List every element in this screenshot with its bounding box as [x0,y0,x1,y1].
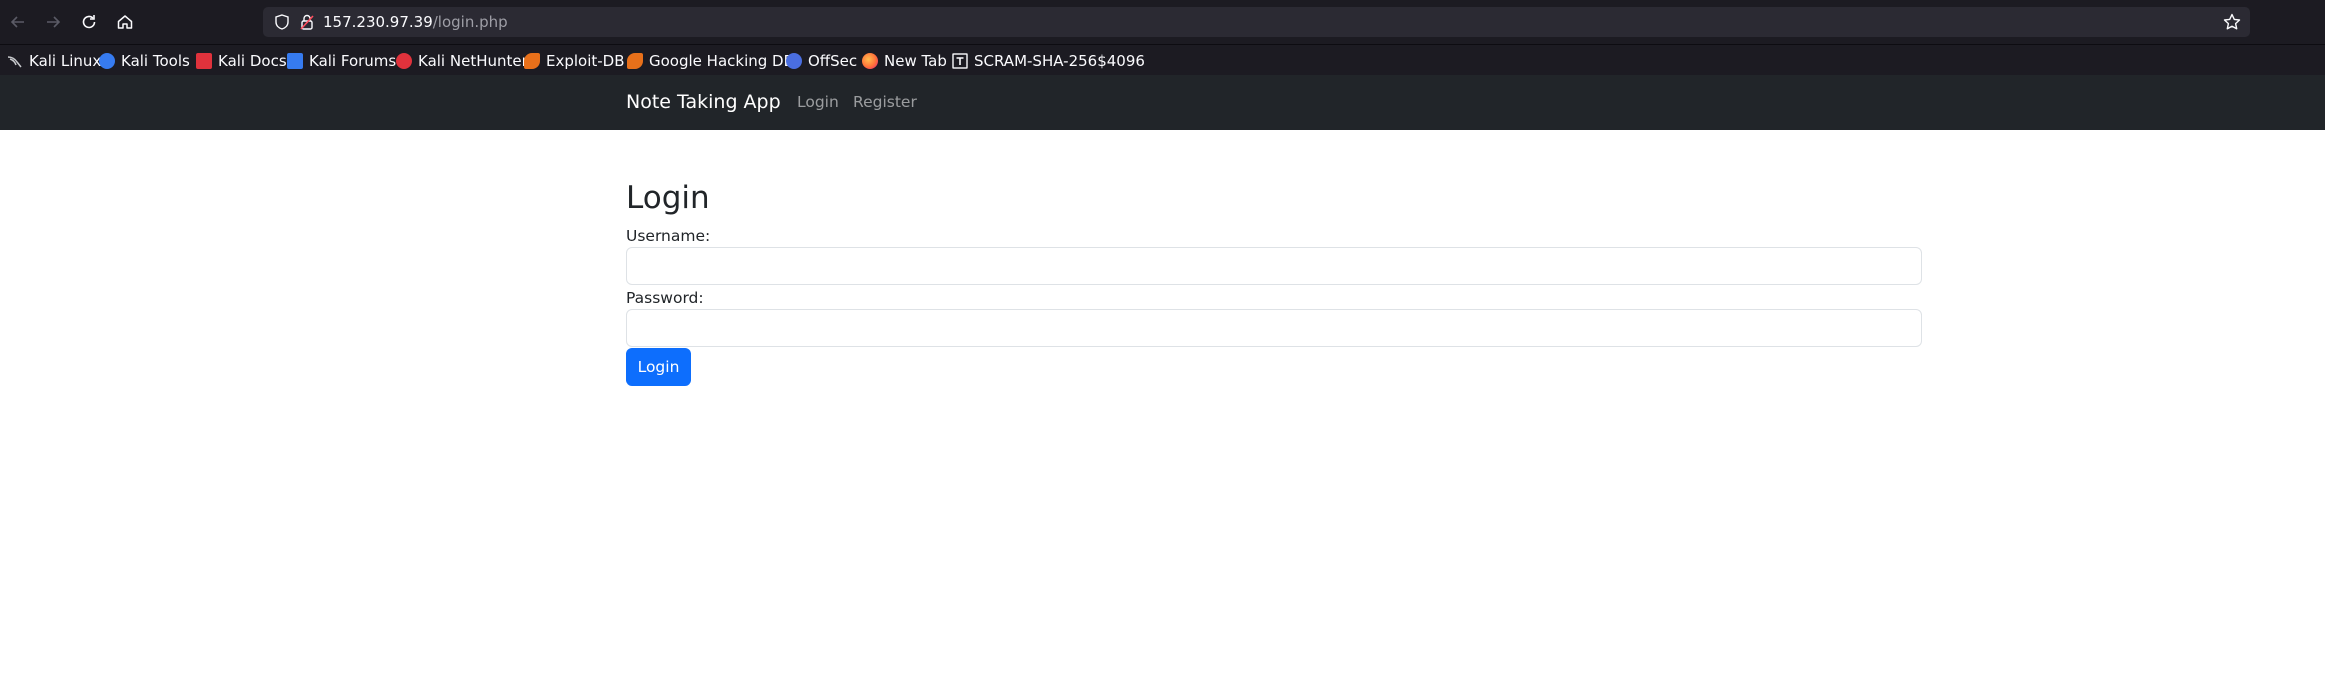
bookmark-kali-linux[interactable]: Kali Linux [7,45,101,76]
offsec-icon [786,52,802,69]
text-bookmark-icon [952,52,968,69]
forward-button[interactable] [38,7,68,37]
home-button[interactable] [110,7,140,37]
firefox-icon [862,52,878,69]
url-host: 157.230.97.39 [323,13,433,31]
password-input[interactable] [626,309,1922,347]
forward-arrow-icon [47,16,61,28]
bookmark-star-icon[interactable] [2222,12,2242,32]
nav-link-login[interactable]: Login [797,92,839,112]
back-button[interactable] [3,7,33,37]
bookmark-offsec[interactable]: OffSec [786,45,857,76]
bookmark-google-hacking-db[interactable]: Google Hacking DB [627,45,794,76]
exploit-db-icon [524,52,540,69]
username-input[interactable] [626,247,1922,285]
kali-nethunter-icon [396,52,412,69]
bookmark-label: Kali NetHunter [418,51,528,70]
browser-toolbar: 157.230.97.39/login.php [0,0,2325,44]
reload-icon [82,15,96,29]
ghdb-icon [627,52,643,69]
app-navbar: Note Taking App Login Register [0,75,2325,130]
kali-docs-icon [196,52,212,69]
bookmark-label: New Tab [884,51,947,70]
bookmark-label: Kali Forums [309,51,397,70]
url-bar[interactable]: 157.230.97.39/login.php [263,7,2250,37]
login-submit-button[interactable]: Login [626,348,691,386]
navbar-brand[interactable]: Note Taking App [626,90,781,114]
url-text[interactable]: 157.230.97.39/login.php [323,12,508,32]
bookmark-label: Google Hacking DB [649,51,794,70]
bookmark-new-tab[interactable]: New Tab [862,45,947,76]
tracking-protection-shield-icon[interactable] [273,13,291,31]
bookmark-scram[interactable]: SCRAM-SHA-256$4096 [952,45,1145,76]
reload-button[interactable] [74,7,104,37]
home-icon [117,15,133,29]
bookmark-label: Kali Tools [121,51,190,70]
bookmarks-toolbar: Kali Linux Kali Tools Kali Docs Kali For… [0,44,2325,76]
bookmark-exploit-db[interactable]: Exploit-DB [524,45,625,76]
bookmark-label: Kali Docs [218,51,287,70]
bookmark-kali-docs[interactable]: Kali Docs [196,45,287,76]
password-label: Password: [626,289,704,307]
page-title: Login [626,180,710,216]
username-label: Username: [626,227,711,245]
bookmark-kali-tools[interactable]: Kali Tools [99,45,190,76]
bookmark-kali-nethunter[interactable]: Kali NetHunter [396,45,528,76]
bookmark-kali-forums[interactable]: Kali Forums [287,45,396,76]
insecure-lock-icon[interactable] [298,13,316,31]
bookmark-label: Exploit-DB [546,51,625,70]
kali-forums-icon [287,52,303,69]
bookmark-label: OffSec [808,51,858,70]
bookmark-label: Kali Linux [29,51,102,70]
url-path: /login.php [432,13,508,31]
nav-link-register[interactable]: Register [853,92,917,112]
kali-dragon-icon [7,55,22,67]
kali-tools-icon [99,52,115,69]
bookmark-label: SCRAM-SHA-256$4096 [974,51,1145,70]
back-arrow-icon [10,16,24,28]
